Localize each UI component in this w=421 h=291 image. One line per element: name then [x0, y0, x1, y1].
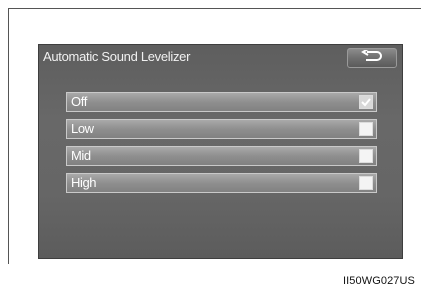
- checkbox-icon[interactable]: [359, 149, 373, 163]
- option-high[interactable]: High: [66, 173, 377, 193]
- option-mid[interactable]: Mid: [66, 146, 377, 166]
- sound-levelizer-screen: Automatic Sound Levelizer Off Low Mid Hi…: [38, 44, 403, 259]
- options-list: Off Low Mid High: [66, 92, 377, 200]
- back-button[interactable]: [347, 48, 397, 68]
- checkbox-icon[interactable]: [359, 122, 373, 136]
- option-off[interactable]: Off: [66, 92, 377, 112]
- checkbox-icon[interactable]: [359, 176, 373, 190]
- option-low[interactable]: Low: [66, 119, 377, 139]
- option-label: Low: [71, 121, 94, 136]
- option-label: Mid: [71, 148, 91, 163]
- option-label: Off: [71, 94, 87, 109]
- option-label: High: [71, 175, 97, 190]
- checkbox-checked-icon[interactable]: [359, 95, 373, 109]
- figure-caption: II50WG027US: [342, 275, 415, 287]
- return-arrow-icon: [361, 48, 383, 67]
- screen-title: Automatic Sound Levelizer: [43, 49, 191, 64]
